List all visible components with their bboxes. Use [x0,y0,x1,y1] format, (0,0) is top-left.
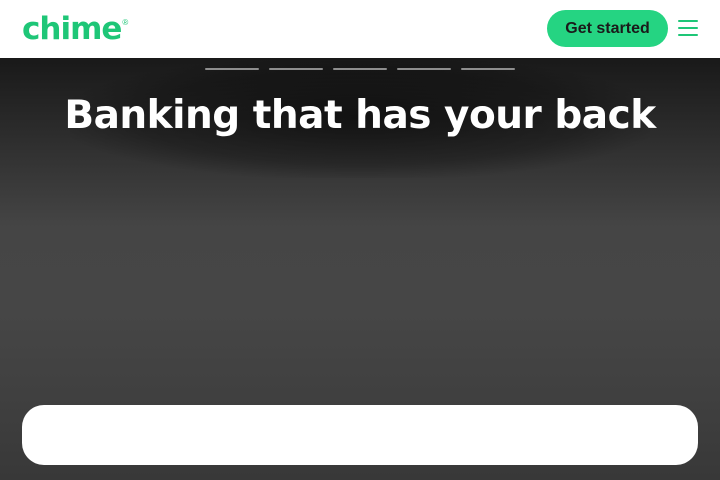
slide-indicator-1[interactable] [205,68,259,70]
slide-indicator-2[interactable] [269,68,323,70]
chime-logo[interactable]: chime ® [22,9,128,49]
registered-mark: ® [122,18,129,27]
logo-wordmark: chime [22,11,122,47]
slide-indicator-4[interactable] [397,68,451,70]
slide-progress-indicator [205,68,515,70]
get-started-button[interactable]: Get started [547,10,668,47]
menu-bar [678,20,698,22]
slide-indicator-3[interactable] [333,68,387,70]
slide-indicator-5[interactable] [461,68,515,70]
hamburger-menu-icon[interactable] [676,16,700,40]
site-header: chime ® Get started [0,0,720,58]
bottom-card [22,405,698,465]
hero-headline: Banking that has your back [64,93,656,138]
menu-bar [678,27,698,29]
menu-bar [678,34,698,36]
